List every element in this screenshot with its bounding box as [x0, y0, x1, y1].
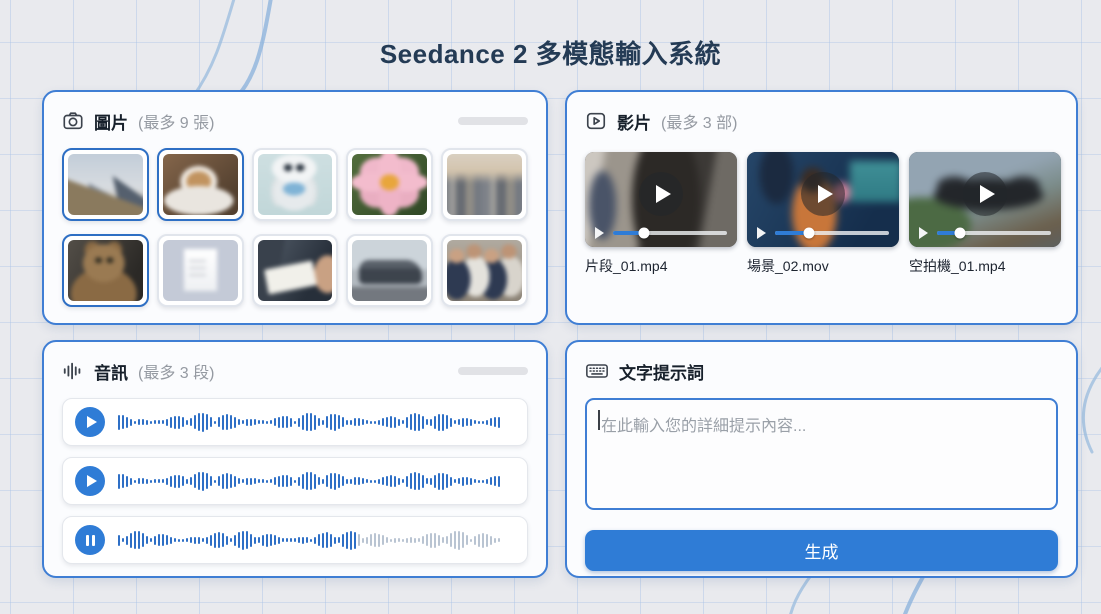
video-filename: 片段_01.mp4	[585, 256, 737, 276]
video-seek-bar[interactable]	[937, 231, 1051, 235]
prompt-panel: 文字提示詞 生成	[565, 340, 1078, 578]
video-item-scene[interactable]: 場景_02.mov	[747, 152, 899, 276]
prompt-panel-header: 文字提示詞	[585, 358, 1058, 384]
play-overlay-icon[interactable]	[963, 172, 1007, 216]
video-controls	[909, 223, 1061, 247]
business-card-photo	[258, 240, 333, 301]
audio-panel-header: 音訊 (最多 3 段)	[62, 358, 528, 384]
mini-play-icon[interactable]	[595, 227, 604, 239]
video-item-drone[interactable]: 空拍機_01.mp4	[909, 152, 1061, 276]
text-caret	[598, 410, 600, 430]
images-panel-header: 圖片 (最多 9 張)	[62, 108, 528, 134]
image-thumb-coffee[interactable]	[157, 148, 244, 221]
video-thumb-animation-scene[interactable]	[747, 152, 899, 247]
audio-clip-3	[62, 516, 528, 564]
prompt-textarea[interactable]	[585, 398, 1058, 510]
play-overlay-icon[interactable]	[639, 172, 683, 216]
coffee-photo	[163, 154, 238, 215]
audio-panel-title: 音訊	[94, 359, 128, 384]
video-list: 片段_01.mp4 場景_02.mov	[585, 152, 1058, 276]
videos-panel: 影片 (最多 3 部) 片段_01.mp4	[565, 90, 1078, 325]
audio-waveform[interactable]	[118, 517, 513, 563]
audio-list	[62, 398, 528, 564]
audio-clip-1	[62, 398, 528, 446]
video-icon	[585, 110, 607, 132]
play-button[interactable]	[75, 466, 105, 496]
pause-button[interactable]	[75, 525, 105, 555]
image-thumb-cat[interactable]	[62, 234, 149, 307]
audio-panel: 音訊 (最多 3 段)	[42, 340, 548, 578]
images-panel-limit: (最多 9 張)	[138, 109, 214, 133]
group-photo	[447, 240, 522, 301]
keyboard-icon	[585, 360, 609, 382]
mini-play-icon[interactable]	[757, 227, 766, 239]
video-filename: 場景_02.mov	[747, 256, 899, 276]
mini-play-icon[interactable]	[919, 227, 928, 239]
image-thumb-flower[interactable]	[346, 148, 433, 221]
audio-waveform[interactable]	[118, 399, 513, 445]
audio-waveform-icon	[62, 360, 84, 382]
audio-waveform[interactable]	[118, 458, 513, 504]
car-photo	[352, 240, 427, 301]
prompt-panel-title: 文字提示詞	[619, 359, 704, 384]
mountain-photo	[68, 154, 143, 215]
flower-photo	[352, 154, 427, 215]
image-thumb-mountain[interactable]	[62, 148, 149, 221]
videos-panel-title: 影片	[617, 109, 651, 134]
image-thumb-group-photo[interactable]	[441, 234, 528, 307]
video-seek-bar[interactable]	[613, 231, 727, 235]
camera-icon	[62, 110, 84, 132]
video-thumb-street-scene[interactable]	[585, 152, 737, 247]
video-item-clip[interactable]: 片段_01.mp4	[585, 152, 737, 276]
video-filename: 空拍機_01.mp4	[909, 256, 1061, 276]
images-panel: 圖片 (最多 9 張)	[42, 90, 548, 325]
video-seek-bar[interactable]	[775, 231, 889, 235]
video-controls	[585, 223, 737, 247]
images-usage-progressbar	[458, 117, 528, 125]
image-thumb-document[interactable]	[157, 234, 244, 307]
image-thumb-car[interactable]	[346, 234, 433, 307]
play-button[interactable]	[75, 407, 105, 437]
videos-panel-header: 影片 (最多 3 部)	[585, 108, 1058, 134]
page-title: Seedance 2 多模態輸入系統	[0, 34, 1101, 71]
city-photo	[447, 154, 522, 215]
document-photo	[163, 240, 238, 301]
cat-photo	[68, 240, 143, 301]
image-thumb-city[interactable]	[441, 148, 528, 221]
robot-photo	[258, 154, 333, 215]
play-overlay-icon[interactable]	[801, 172, 845, 216]
image-thumb-robot[interactable]	[252, 148, 339, 221]
image-thumb-business-card[interactable]	[252, 234, 339, 307]
generate-button[interactable]: 生成	[585, 530, 1058, 571]
audio-clip-2	[62, 457, 528, 505]
audio-panel-limit: (最多 3 段)	[138, 359, 214, 383]
audio-usage-progressbar	[458, 367, 528, 375]
images-panel-title: 圖片	[94, 109, 128, 134]
video-thumb-drone-aerial[interactable]	[909, 152, 1061, 247]
video-controls	[747, 223, 899, 247]
image-grid	[62, 148, 528, 307]
videos-panel-limit: (最多 3 部)	[661, 109, 737, 133]
